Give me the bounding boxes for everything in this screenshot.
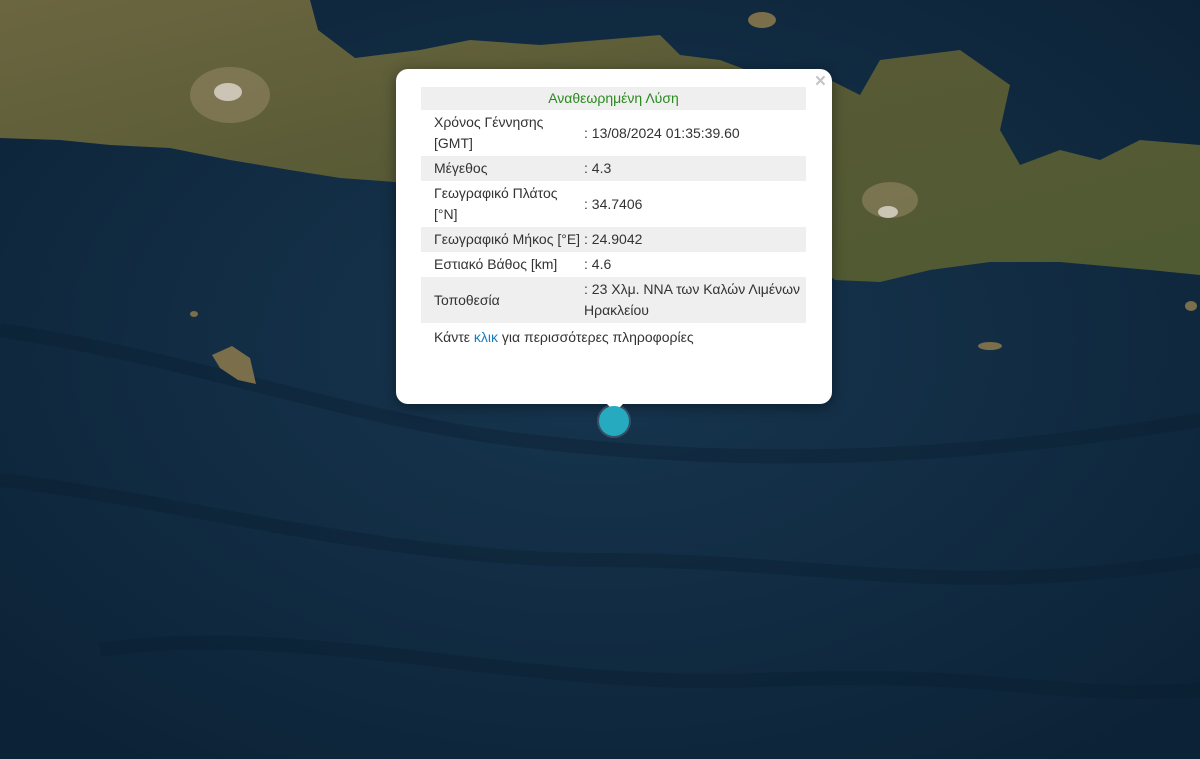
table-row: Εστιακό Βάθος [km] : 4.6 [421,252,806,277]
event-details-table: Χρόνος Γέννησης [GMT] : 13/08/2024 01:35… [421,110,806,323]
depth-value: : 4.6 [584,256,612,272]
footer-suffix: για περισσότερες πληροφορίες [498,329,694,345]
latitude-value: : 34.7406 [584,195,643,212]
footer-prefix: Κάντε [434,329,474,345]
origin-time-value: : 13/08/2024 01:35:39.60 [584,124,740,141]
table-row: Χρόνος Γέννησης [GMT] : 13/08/2024 01:35… [421,110,806,156]
close-icon[interactable]: × [815,72,826,91]
more-info-text: Κάντε κλικ για περισσότερες πληροφορίες [421,327,806,347]
magnitude-label: Μέγεθος [434,160,488,176]
earthquake-info-popup: × Αναθεωρημένη Λύση Χρόνος Γέννησης [GMT… [396,69,832,404]
longitude-value: : 24.9042 [584,231,643,247]
latitude-label: Γεωγραφικό Πλάτος [°N] [434,185,558,222]
dia-island [748,12,776,28]
magnitude-value: : 4.3 [584,160,612,176]
koufonisi-island [1185,301,1197,311]
epicenter-marker-icon[interactable] [599,406,629,436]
popup-title: Αναθεωρημένη Λύση [421,87,806,110]
origin-time-label: Χρόνος Γέννησης [GMT] [434,114,544,151]
location-value: : 23 Χλμ. ΝΝΑ των Καλών Λιμένων Ηρακλείο… [584,281,801,318]
islet [190,311,198,317]
more-info-link[interactable]: κλικ [474,329,498,345]
longitude-label: Γεωγραφικό Μήκος [°E] [434,231,581,247]
table-row: Τοποθεσία : 23 Χλμ. ΝΝΑ των Καλών Λιμένω… [421,277,806,323]
depth-label: Εστιακό Βάθος [km] [434,256,558,272]
table-row: Μέγεθος : 4.3 [421,156,806,181]
map-view[interactable]: × Αναθεωρημένη Λύση Χρόνος Γέννησης [GMT… [0,0,1200,759]
location-label: Τοποθεσία [434,291,500,308]
table-row: Γεωγραφικό Πλάτος [°N] : 34.7406 [421,181,806,227]
chrysi-island [978,342,1002,350]
table-row: Γεωγραφικό Μήκος [°E] : 24.9042 [421,227,806,252]
